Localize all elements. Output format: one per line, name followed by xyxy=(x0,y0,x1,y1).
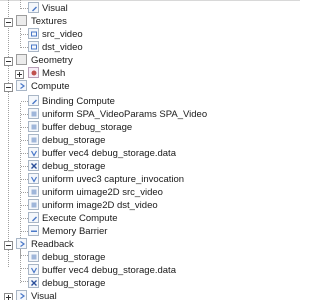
tree-item-visual-bottom[interactable]: Visual xyxy=(0,289,200,300)
uniform-icon xyxy=(28,108,39,119)
compute-icon xyxy=(16,238,27,249)
project-tree: Visual Textures src_video dst_video Geom… xyxy=(0,0,300,300)
compute-icon xyxy=(16,80,27,91)
barrier-icon xyxy=(28,225,39,236)
uniform-icon xyxy=(28,186,39,197)
shader-icon xyxy=(28,2,39,13)
vector-icon xyxy=(28,264,39,275)
buffer-icon xyxy=(28,134,39,145)
shader-icon xyxy=(28,212,39,223)
uniform-icon xyxy=(28,199,39,210)
cross-icon xyxy=(28,277,39,288)
collapse-toggle[interactable] xyxy=(4,57,13,66)
folder-icon xyxy=(16,54,27,65)
cross-icon xyxy=(28,160,39,171)
tree-item-label: Visual xyxy=(31,291,57,300)
texture-icon xyxy=(28,41,39,52)
tree-item-label: Compute xyxy=(31,81,70,92)
buffer-icon xyxy=(28,121,39,132)
compute-icon xyxy=(16,290,27,300)
tree-item-compute[interactable]: Compute xyxy=(0,79,200,95)
vector-icon xyxy=(28,147,39,158)
uniform-icon xyxy=(28,173,39,184)
collapse-toggle[interactable] xyxy=(4,18,13,27)
buffer-icon xyxy=(28,251,39,262)
mesh-icon xyxy=(28,67,39,78)
expand-toggle[interactable] xyxy=(15,70,24,79)
collapse-toggle[interactable] xyxy=(4,241,13,250)
collapse-toggle[interactable] xyxy=(4,83,13,92)
folder-icon xyxy=(16,15,27,26)
texture-icon xyxy=(28,28,39,39)
expand-toggle[interactable] xyxy=(4,293,13,300)
shader-icon xyxy=(28,95,39,106)
